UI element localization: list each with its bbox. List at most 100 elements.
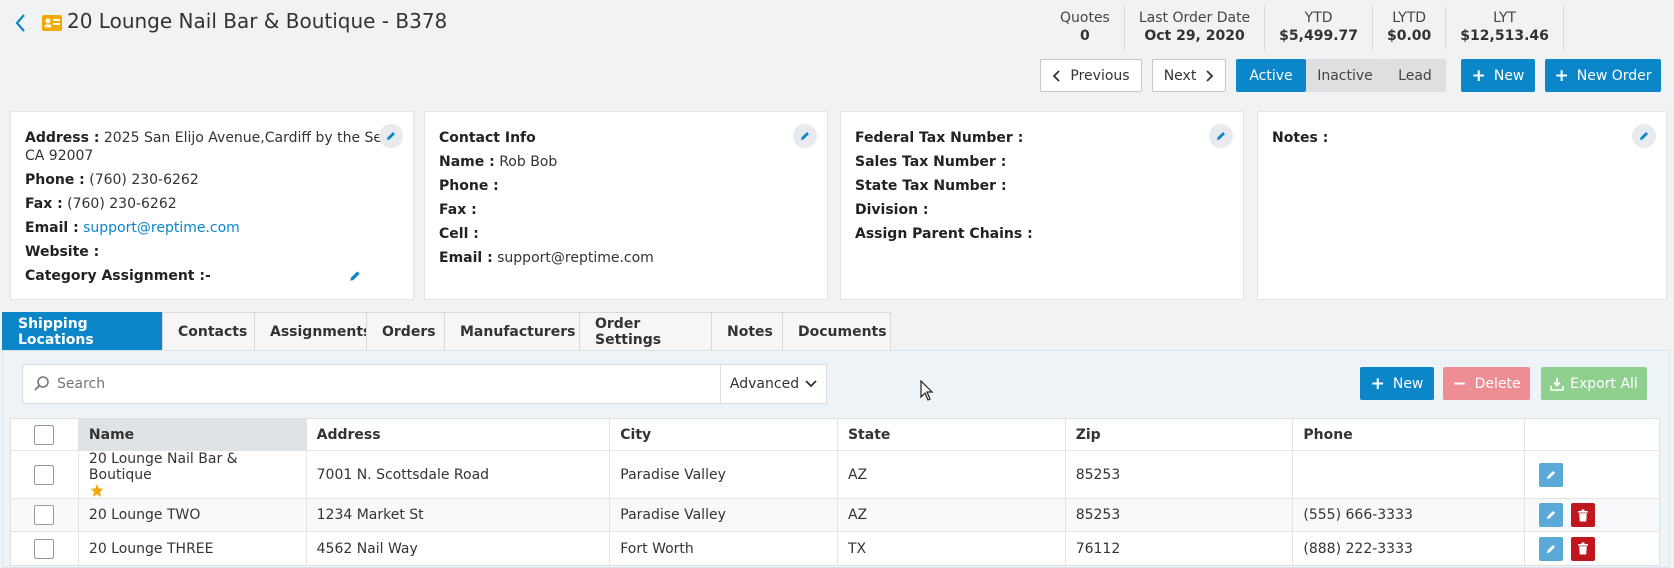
email-link[interactable]: support@reptime.com	[83, 220, 240, 236]
select-all-cell	[11, 419, 79, 450]
plus-icon: +	[1554, 65, 1569, 86]
sales-tax-label: Sales Tax Number :	[855, 154, 1007, 170]
actions-cell	[1525, 499, 1659, 531]
back-chevron-icon[interactable]	[12, 11, 30, 35]
tab-contacts[interactable]: Contacts	[162, 312, 255, 350]
location-name: 20 Lounge THREE	[79, 532, 307, 565]
detail-tabs: Shipping Locations Contacts Assignments …	[2, 312, 891, 350]
edit-row-icon[interactable]	[1539, 536, 1564, 561]
shipping-locations-table: Name Address City State Zip Phone 20 Lou…	[10, 418, 1660, 566]
page-title: 20 Lounge Nail Bar & Boutique - B378	[67, 9, 448, 33]
notes-card: Notes :	[1257, 111, 1667, 300]
chevron-down-icon	[805, 380, 817, 388]
delete-row-icon[interactable]	[1571, 503, 1596, 527]
plus-icon: +	[1471, 65, 1486, 86]
column-header-phone[interactable]: Phone	[1293, 419, 1526, 450]
delete-locations-button[interactable]: − Delete	[1443, 367, 1530, 400]
column-header-state[interactable]: State	[838, 419, 1066, 450]
new-location-label: New	[1392, 375, 1424, 392]
email-label: Email :	[439, 250, 493, 266]
address-card: Address : 2025 San Elijo Avenue,Cardiff …	[10, 111, 414, 300]
next-label: Next	[1163, 67, 1197, 84]
mouse-cursor-icon	[920, 379, 934, 406]
zip-cell: 76112	[1066, 532, 1294, 565]
phone-cell	[1293, 451, 1526, 498]
cell-label: Cell :	[439, 226, 479, 242]
stats-bar: Quotes 0 Last Order Date Oct 29, 2020 YT…	[1046, 6, 1564, 50]
address-cell: 1234 Market St	[307, 499, 611, 531]
edit-row-icon[interactable]	[1539, 503, 1564, 527]
stat-last-order-date: Last Order Date Oct 29, 2020	[1125, 6, 1266, 50]
column-header-name[interactable]: Name	[78, 419, 307, 450]
stat-label: Last Order Date	[1138, 10, 1251, 26]
edit-notes-icon[interactable]	[1632, 124, 1656, 148]
advanced-dropdown[interactable]: Advanced	[720, 364, 827, 404]
division-label: Division :	[855, 202, 929, 218]
stat-label: LYT	[1493, 10, 1517, 26]
column-header-city[interactable]: City	[610, 419, 838, 450]
download-icon	[1550, 377, 1564, 391]
stat-label: LYTD	[1392, 10, 1427, 26]
zip-cell: 85253	[1066, 451, 1294, 498]
column-header-address[interactable]: Address	[307, 419, 611, 450]
edit-row-icon[interactable]	[1539, 462, 1564, 487]
tab-manufacturers[interactable]: Manufacturers	[444, 312, 580, 350]
name-label: Name :	[439, 154, 495, 170]
city-cell: Paradise Valley	[610, 451, 838, 498]
select-all-checkbox[interactable]	[34, 424, 55, 445]
status-inactive-button[interactable]: Inactive	[1306, 59, 1384, 92]
state-cell: TX	[838, 532, 1066, 565]
tax-info-card: Federal Tax Number : Sales Tax Number : …	[840, 111, 1244, 300]
search-input[interactable]	[51, 366, 821, 402]
previous-button[interactable]: Previous	[1040, 59, 1142, 92]
email-value: support@reptime.com	[497, 250, 654, 266]
tab-orders[interactable]: Orders	[366, 312, 445, 350]
stat-ytd: YTD $5,499.77	[1265, 6, 1373, 50]
new-label: New	[1493, 67, 1525, 84]
status-lead-button[interactable]: Lead	[1384, 59, 1446, 92]
tab-notes[interactable]: Notes	[711, 312, 783, 350]
address-value: 2025 San Elijo Avenue,Cardiff by the Sea…	[103, 130, 396, 146]
edit-tax-icon[interactable]	[1209, 124, 1233, 148]
tab-shipping-locations[interactable]: Shipping Locations	[2, 312, 163, 350]
tab-documents[interactable]: Documents	[782, 312, 891, 350]
previous-label: Previous	[1070, 67, 1130, 84]
new-order-button[interactable]: + New Order	[1545, 59, 1661, 92]
add-location-button[interactable]: + New	[1360, 367, 1434, 400]
stat-value: Oct 29, 2020	[1144, 28, 1245, 44]
column-header-zip[interactable]: Zip	[1066, 419, 1294, 450]
row-checkbox[interactable]	[34, 464, 55, 485]
edit-category-icon[interactable]	[348, 267, 362, 291]
phone-value: (760) 230-6262	[89, 172, 199, 188]
name-value: Rob Bob	[499, 154, 558, 170]
address-cell: 7001 N. Scottsdale Road	[307, 451, 611, 498]
status-active-button[interactable]: Active	[1236, 59, 1306, 92]
export-all-button[interactable]: Export All	[1541, 367, 1647, 400]
email-label: Email :	[25, 220, 79, 236]
row-checkbox[interactable]	[34, 538, 55, 559]
search-icon	[34, 376, 49, 391]
location-name: 20 Lounge Nail Bar & Boutique	[88, 451, 238, 483]
fax-label: Fax :	[439, 202, 477, 218]
category-assignment-label: Category Assignment :-	[25, 268, 211, 284]
star-icon	[90, 483, 104, 498]
state-cell: AZ	[838, 451, 1066, 498]
row-select-cell	[11, 451, 79, 498]
tab-order-settings[interactable]: Order Settings	[579, 312, 712, 350]
advanced-label: Advanced	[729, 376, 800, 392]
stat-lytd: LYTD $0.00	[1373, 6, 1447, 50]
table-header-row: Name Address City State Zip Phone	[11, 419, 1659, 451]
edit-address-icon[interactable]	[379, 124, 403, 148]
column-header-actions	[1525, 419, 1659, 450]
account-card-icon	[41, 14, 63, 32]
new-order-label: New Order	[1576, 67, 1652, 84]
phone-cell: (888) 222-3333	[1293, 532, 1526, 565]
row-select-cell	[11, 499, 79, 531]
delete-row-icon[interactable]	[1571, 536, 1596, 561]
edit-contact-icon[interactable]	[793, 124, 817, 148]
tab-assignments[interactable]: Assignments	[254, 312, 371, 350]
row-checkbox[interactable]	[34, 505, 55, 525]
new-button[interactable]: + New	[1461, 59, 1535, 92]
phone-label: Phone :	[25, 172, 85, 188]
next-button[interactable]: Next	[1152, 59, 1226, 92]
